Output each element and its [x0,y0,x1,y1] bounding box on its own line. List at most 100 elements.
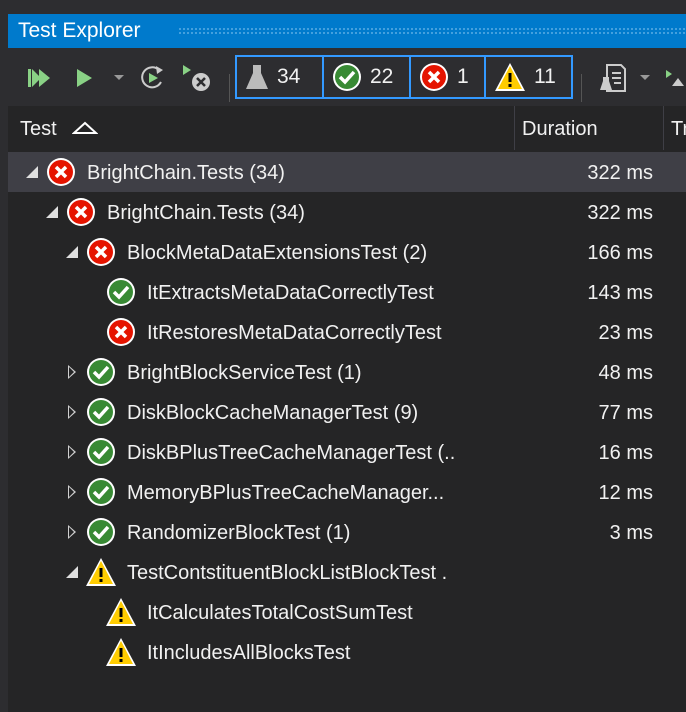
run-all-button[interactable] [24,62,54,94]
test-name: BlockMetaDataExtensionsTest (2) [127,242,428,264]
failed-icon [47,158,75,186]
filter-failed-count: 1 [457,65,469,88]
test-tree: BrightChain.Tests (34) 322 ms BrightChain.… [8,150,686,712]
warning-icon [495,63,525,91]
test-name: DiskBlockCacheManagerTest (9) [127,402,419,424]
filter-group: 34 22 1 11 [235,55,573,99]
filter-warning-count: 11 [534,65,556,88]
filter-failed-button[interactable]: 1 [409,55,486,99]
tree-row[interactable]: ItExtractsMetaDataCorrectlyTest 143 ms [8,272,686,312]
passed-icon [107,278,135,306]
test-name: BrightBlockServiceTest (1) [127,362,362,384]
filter-passed-count: 22 [370,65,394,88]
column-traits[interactable]: Tr [671,106,686,150]
playlist-dropdown[interactable] [638,62,652,94]
test-name: RandomizerBlockTest (1) [127,522,351,544]
repeat-last-run-button[interactable] [138,62,168,94]
filter-total-count: 34 [277,65,301,88]
test-duration: 23 ms [598,322,653,344]
run-all-icon [28,69,50,87]
test-duration: 322 ms [587,162,653,184]
collapsed-arrow-icon[interactable] [68,445,76,459]
tree-row[interactable]: TestContstituentBlockListBlockTest . [8,552,686,592]
tree-row[interactable]: DiskBlockCacheManagerTest (9) 77 ms [8,392,686,432]
toolbar: 34 22 1 11 [8,48,686,106]
collapsed-arrow-icon[interactable] [68,485,76,499]
tree-row[interactable]: RandomizerBlockTest (1) 3 ms [8,512,686,552]
passed-icon [333,63,361,91]
test-name: BrightChain.Tests (34) [107,202,305,224]
tree-row[interactable]: MemoryBPlusTreeCacheManager... 12 ms [8,472,686,512]
warning-icon [86,558,116,586]
run-tests-icon [666,70,684,86]
playlist-button[interactable] [598,62,628,94]
test-duration: 322 ms [587,202,653,224]
sort-ascending-icon [71,121,99,134]
toolbar-separator [581,74,582,102]
tree-row[interactable]: BrightChain.Tests (34) 322 ms [8,192,686,232]
test-name: ItIncludesAllBlocksTest [147,642,351,664]
chevron-down-icon [114,75,124,80]
filter-passed-button[interactable]: 22 [322,55,411,99]
tree-row[interactable]: DiskBPlusTreeCacheManagerTest (.. 16 ms [8,432,686,472]
passed-icon [87,518,115,546]
test-duration: 143 ms [587,282,653,304]
collapsed-arrow-icon[interactable] [68,365,76,379]
repeat-last-run-icon [141,66,163,89]
tree-row[interactable]: ItRestoresMetaDataCorrectlyTest 23 ms [8,312,686,352]
test-name: ItCalculatesTotalCostSumTest [147,602,413,624]
test-name: MemoryBPlusTreeCacheManager... [127,482,445,504]
test-name: ItRestoresMetaDataCorrectlyTest [147,322,442,344]
tree-row[interactable]: ItIncludesAllBlocksTest [8,632,686,672]
filter-total-button[interactable]: 34 [235,55,324,99]
test-duration: 3 ms [609,522,653,544]
run-icon [77,69,92,87]
failed-icon [107,318,135,346]
run-button[interactable] [72,62,96,94]
test-duration: 166 ms [587,242,653,264]
test-name: TestContstituentBlockListBlockTest . [127,562,448,584]
column-header: Test Duration Tr [8,106,686,150]
tree-row[interactable]: BrightChain.Tests (34) 322 ms [8,152,686,192]
title-bar: Test Explorer [8,14,686,48]
test-duration: 77 ms [598,402,653,424]
column-test[interactable]: Test [20,106,99,150]
flask-icon [246,65,268,89]
warning-icon [106,598,136,626]
expanded-arrow-icon[interactable] [66,246,78,258]
tree-row[interactable]: BlockMetaDataExtensionsTest (2) 166 ms [8,232,686,272]
collapsed-arrow-icon[interactable] [68,525,76,539]
column-test-label: Test [20,118,57,140]
test-duration: 48 ms [598,362,653,384]
filter-warning-button[interactable]: 11 [484,55,573,99]
passed-icon [87,478,115,506]
toolbar-separator [229,74,230,102]
expanded-arrow-icon[interactable] [66,566,78,578]
failed-icon [87,238,115,266]
passed-icon [87,438,115,466]
window-title: Test Explorer [18,19,141,42]
more-button[interactable] [664,62,686,94]
passed-icon [87,358,115,386]
cancel-run-icon [183,65,210,91]
test-name: BrightChain.Tests (34) [87,162,285,184]
expanded-arrow-icon[interactable] [46,206,58,218]
test-name: ItExtractsMetaDataCorrectlyTest [147,282,434,304]
test-name: DiskBPlusTreeCacheManagerTest (.. [127,442,456,464]
run-dropdown[interactable] [112,62,126,94]
column-duration[interactable]: Duration [522,106,598,150]
passed-icon [87,398,115,426]
collapsed-arrow-icon[interactable] [68,405,76,419]
tree-row[interactable]: ItCalculatesTotalCostSumTest [8,592,686,632]
cancel-button[interactable] [182,62,212,94]
test-duration: 16 ms [598,442,653,464]
tree-row[interactable]: BrightBlockServiceTest (1) 48 ms [8,352,686,392]
failed-icon [67,198,95,226]
expanded-arrow-icon[interactable] [26,166,38,178]
chevron-down-icon [640,75,650,80]
column-divider[interactable] [663,106,664,150]
playlist-icon [600,64,626,92]
failed-icon [420,63,448,91]
column-divider[interactable] [514,106,515,150]
title-grip[interactable] [178,27,686,35]
